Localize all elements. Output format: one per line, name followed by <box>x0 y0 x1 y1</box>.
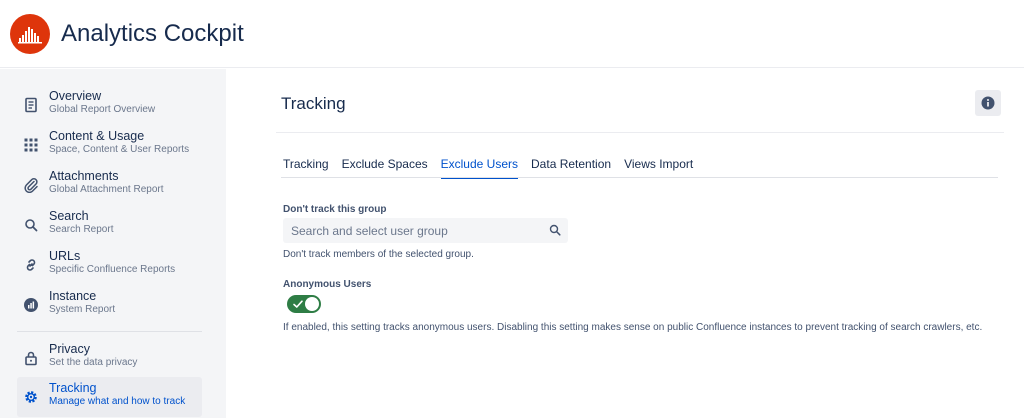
sidebar-item-label: Overview <box>49 89 102 103</box>
sidebar: Overview Global Report Overview Content … <box>0 69 226 418</box>
analytics-logo-icon[interactable] <box>10 14 50 54</box>
app-title: Analytics Cockpit <box>61 20 244 47</box>
tab-tracking[interactable]: Tracking <box>283 157 329 179</box>
title-divider <box>276 132 1004 133</box>
sidebar-item-overview[interactable]: Overview Global Report Overview <box>17 87 202 125</box>
sidebar-item-tracking[interactable]: Tracking Manage what and how to track <box>17 377 202 417</box>
sidebar-item-instance[interactable]: Instance System Report <box>17 287 202 325</box>
tab-bar: Tracking Exclude Spaces Exclude Users Da… <box>283 157 706 179</box>
group-search-box <box>283 218 568 243</box>
grid-icon <box>24 138 38 152</box>
anonymous-users-help: If enabled, this setting tracks anonymou… <box>283 322 983 333</box>
checkmark-icon <box>293 300 303 308</box>
sidebar-item-attachments[interactable]: Attachments Global Attachment Report <box>17 167 202 205</box>
group-field-label: Don't track this group <box>283 204 387 215</box>
link-icon <box>26 259 36 271</box>
anonymous-users-label: Anonymous Users <box>283 279 372 290</box>
sidebar-item-label: URLs <box>49 249 81 263</box>
tab-data-retention[interactable]: Data Retention <box>531 157 611 179</box>
sidebar-item-label: Attachments <box>49 169 119 183</box>
sidebar-item-label: Privacy <box>49 342 90 356</box>
sidebar-item-privacy[interactable]: Privacy Set the data privacy <box>17 340 202 378</box>
sidebar-item-label: Search <box>49 209 89 223</box>
group-search-input[interactable] <box>283 218 538 243</box>
search-icon[interactable] <box>549 224 561 236</box>
sidebar-item-sub: System Report <box>49 304 116 315</box>
sidebar-item-search[interactable]: Search Search Report <box>17 207 202 245</box>
tab-views-import[interactable]: Views Import <box>624 157 693 179</box>
sidebar-item-sub: Global Attachment Report <box>49 184 164 195</box>
sidebar-item-content-usage[interactable]: Content & Usage Space, Content & User Re… <box>17 127 202 165</box>
sidebar-item-sub: Global Report Overview <box>49 104 156 115</box>
anonymous-users-toggle[interactable] <box>287 295 321 313</box>
sidebar-item-sub: Specific Confluence Reports <box>49 264 176 275</box>
paperclip-icon <box>24 178 38 193</box>
tab-exclude-users[interactable]: Exclude Users <box>440 157 519 179</box>
sidebar-item-sub: Set the data privacy <box>49 357 138 368</box>
tab-divider <box>281 177 998 178</box>
search-icon <box>25 219 38 232</box>
gear-icon <box>25 391 37 403</box>
sidebar-item-sub: Search Report <box>49 224 114 235</box>
sidebar-item-label: Tracking <box>49 381 97 395</box>
sidebar-item-label: Content & Usage <box>49 129 145 143</box>
sidebar-item-sub: Space, Content & User Reports <box>49 144 190 155</box>
lock-icon <box>25 351 37 366</box>
bar-chart-icon <box>24 298 38 312</box>
page-title: Tracking <box>281 94 346 113</box>
sidebar-item-urls[interactable]: URLs Specific Confluence Reports <box>17 247 202 285</box>
app-header: Analytics Cockpit <box>0 0 1024 68</box>
main-content: Tracking Tracking Exclude Spaces Exclude… <box>226 69 1024 418</box>
sidebar-item-sub: Manage what and how to track <box>49 396 186 407</box>
sidebar-item-label: Instance <box>49 289 97 303</box>
info-icon <box>981 96 995 110</box>
info-button[interactable] <box>975 90 1001 116</box>
toggle-knob <box>305 297 319 311</box>
sidebar-divider <box>17 331 202 332</box>
group-help-text: Don't track members of the selected grou… <box>283 249 474 260</box>
document-icon <box>25 97 37 113</box>
tab-exclude-spaces[interactable]: Exclude Spaces <box>342 157 428 179</box>
